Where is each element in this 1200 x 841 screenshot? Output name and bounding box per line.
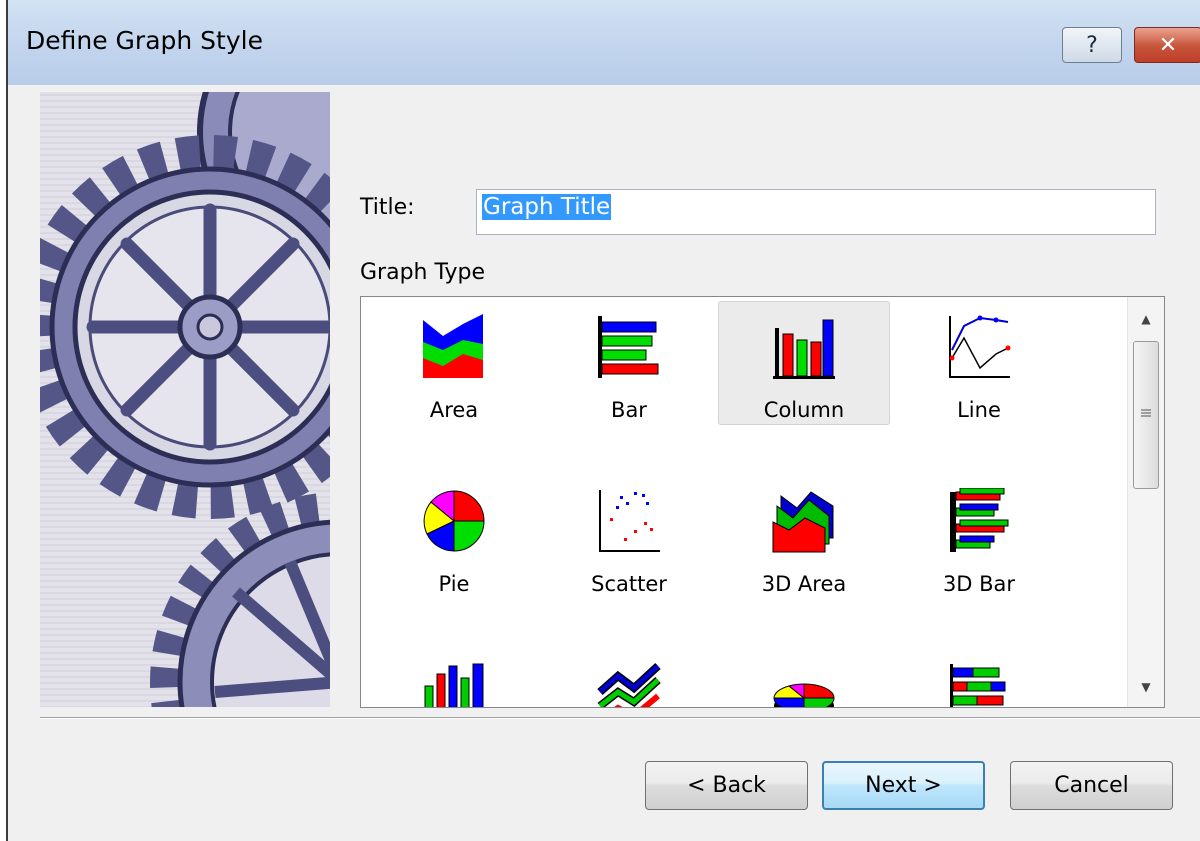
grip-icon [1141,409,1151,417]
graph-type-area[interactable]: Area [368,301,540,425]
graph-type-label: Graph Type [360,260,486,285]
back-button[interactable]: < Back [645,761,808,810]
3d-pie-chart-icon [773,683,835,707]
scroll-down-icon[interactable]: ▼ [1128,669,1164,705]
graph-type-3d-line[interactable] [543,649,715,707]
graph-type-3d-column[interactable] [368,649,540,707]
3d-line-chart-icon [597,663,661,707]
graph-type-list[interactable]: Area Bar Column Line Pie Scatter 3D Area… [360,296,1165,708]
title-input[interactable]: Graph Title [476,189,1156,235]
graph-type-column[interactable]: Column [718,301,890,425]
help-button[interactable]: ? [1062,27,1122,63]
graph-type-label: Column [763,398,845,422]
graph-type-label: Pie [438,572,470,596]
window-title: Define Graph Style [26,26,263,55]
column-chart-icon [773,319,835,379]
scroll-thumb[interactable] [1133,341,1159,489]
close-button[interactable]: ✕ [1134,27,1200,63]
graph-type-stacked-bar[interactable] [893,649,1065,707]
graph-type-label: 3D Bar [942,572,1016,596]
graph-type-label: Line [957,398,1001,422]
3d-area-chart-icon [772,491,834,553]
graph-type-3d-bar[interactable]: 3D Bar [893,475,1065,599]
vertical-scrollbar[interactable]: ▲ ▼ [1127,297,1164,707]
scatter-chart-icon [599,490,660,552]
cancel-button[interactable]: Cancel [1010,761,1173,810]
title-input-text: Graph Title [482,194,612,220]
dialog-body: Title: Graph Title Graph Type Area Bar C… [8,85,1200,841]
area-chart-icon [423,314,483,378]
title-label: Title: [360,195,415,220]
graph-type-line[interactable]: Line [893,301,1065,425]
define-graph-style-dialog: Define Graph Style ? ✕ Title: Graph Titl… [6,0,1200,841]
3d-column-chart-icon [424,663,484,707]
bar-chart-icon [598,316,659,378]
graph-type-3d-area[interactable]: 3D Area [718,475,890,599]
graph-type-bar[interactable]: Bar [543,301,715,425]
line-chart-icon [949,315,1011,378]
graph-type-label: 3D Area [761,572,847,596]
3d-bar-chart-icon [950,488,1009,552]
separator [40,717,1200,719]
gears-illustration [40,92,330,707]
close-icon: ✕ [1158,32,1178,58]
title-bar[interactable]: Define Graph Style ? ✕ [8,0,1200,85]
pie-chart-icon [423,490,485,552]
stacked-bar-chart-icon [950,664,1006,707]
help-icon: ? [1086,32,1098,58]
scroll-up-icon[interactable]: ▲ [1128,301,1164,337]
graph-type-label: Area [429,398,479,422]
graph-type-label: Bar [611,398,647,422]
graph-type-pie[interactable]: Pie [368,475,540,599]
next-button[interactable]: Next > [822,761,985,810]
graph-type-3d-pie[interactable] [718,649,890,707]
graph-type-scatter[interactable]: Scatter [543,475,715,599]
graph-type-label: Scatter [591,572,667,596]
